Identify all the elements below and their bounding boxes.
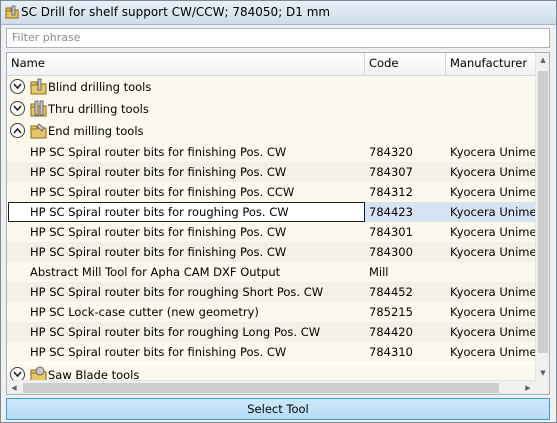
tool-manufacturer: Kyocera Unimerco (450, 205, 535, 219)
filter-input[interactable]: Filter phrase (6, 28, 550, 48)
expand-chevron-down-icon[interactable] (10, 101, 25, 116)
tool-manufacturer: Kyocera Unimerco (450, 185, 535, 199)
tool-name: HP SC Lock-case cutter (new geometry) (30, 305, 259, 319)
scroll-down-arrow-icon[interactable]: ▼ (536, 366, 549, 380)
scroll-left-arrow-icon[interactable]: ◀ (7, 381, 21, 394)
tool-name: Abstract Mill Tool for Apha CAM DXF Outp… (30, 265, 281, 279)
table-row[interactable]: HP SC Spiral router bits for roughing Sh… (7, 282, 535, 302)
table-row[interactable]: HP SC Spiral router bits for finishing P… (7, 182, 535, 202)
end-mill-folder-icon (30, 123, 47, 139)
table-row[interactable]: HP SC Spiral router bits for finishing P… (7, 342, 535, 362)
tool-code: 784307 (369, 165, 413, 179)
tool-name: HP SC Spiral router bits for roughing Lo… (30, 325, 321, 339)
scroll-up-arrow-icon[interactable]: ▲ (536, 53, 549, 67)
group-end-milling-tools[interactable]: End milling tools (7, 120, 535, 142)
tool-name: HP SC Spiral router bits for roughing Po… (30, 205, 289, 219)
group-label: Blind drilling tools (48, 80, 152, 94)
tools-grid: Name Code Manufacturer Blind drilling to… (6, 52, 550, 395)
scroll-right-arrow-icon[interactable]: ▶ (521, 381, 535, 394)
column-header-code[interactable]: Code (365, 53, 446, 75)
column-header-manufacturer[interactable]: Manufacturer (446, 53, 535, 75)
group-label: Thru drilling tools (48, 102, 149, 116)
table-row[interactable]: HP SC Spiral router bits for roughing Lo… (7, 322, 535, 342)
tool-manufacturer: Kyocera Unimerco (450, 225, 535, 239)
select-tool-button[interactable]: Select Tool (6, 398, 550, 420)
table-row[interactable]: HP SC Spiral router bits for finishing P… (7, 242, 535, 262)
tool-name: HP SC Spiral router bits for finishing P… (30, 145, 287, 159)
tool-name: HP SC Spiral router bits for finishing P… (30, 165, 287, 179)
column-header-name[interactable]: Name (7, 53, 365, 75)
group-blind-drilling-tools[interactable]: Blind drilling tools (7, 76, 535, 98)
scrollbar-corner (535, 380, 549, 394)
tool-code: 784423 (369, 205, 413, 219)
expand-chevron-down-icon[interactable] (10, 79, 25, 94)
tool-code: 784452 (369, 285, 413, 299)
table-row[interactable]: Abstract Mill Tool for Apha CAM DXF Outp… (7, 262, 535, 282)
horizontal-scroll-thumb[interactable] (23, 383, 499, 393)
tool-manufacturer: Kyocera Unimerco (450, 165, 535, 179)
tool-manufacturer: Kyocera Unimerco (450, 245, 535, 259)
table-row[interactable]: HP SC Spiral router bits for finishing P… (7, 222, 535, 242)
table-row[interactable]: HP SC Spiral router bits for finishing P… (7, 162, 535, 182)
tool-name: HP SC Spiral router bits for finishing P… (30, 245, 287, 259)
group-label: End milling tools (48, 124, 144, 138)
tool-manufacturer: Kyocera Unimerco (450, 285, 535, 299)
title-bar: SC Drill for shelf support CW/CCW; 78405… (1, 1, 556, 25)
table-row-selected[interactable]: HP SC Spiral router bits for roughing Po… (7, 202, 535, 222)
tool-name: HP SC Spiral router bits for roughing Sh… (30, 285, 324, 299)
tool-manufacturer: Kyocera Unimerco (450, 345, 535, 359)
tool-code: 784320 (369, 145, 413, 159)
tool-manufacturer: Kyocera Unimerco (450, 305, 535, 319)
tool-code: 784301 (369, 225, 413, 239)
grid-header: Name Code Manufacturer (7, 53, 535, 76)
tool-code: 784420 (369, 325, 413, 339)
tool-code: 784310 (369, 345, 413, 359)
horizontal-scrollbar[interactable]: ◀ ▶ (7, 380, 535, 394)
drill-tool-icon (5, 5, 19, 19)
tool-name: HP SC Spiral router bits for finishing P… (30, 225, 287, 239)
drill-folder-icon (30, 78, 47, 95)
vertical-scroll-thumb[interactable] (538, 71, 548, 353)
table-row[interactable]: HP SC Spiral router bits for finishing P… (7, 142, 535, 162)
tool-code: 785215 (369, 305, 413, 319)
collapse-chevron-up-icon[interactable] (10, 123, 25, 138)
window-title: SC Drill for shelf support CW/CCW; 78405… (21, 5, 331, 19)
tool-select-window: SC Drill for shelf support CW/CCW; 78405… (0, 0, 557, 423)
tool-manufacturer: Kyocera Unimerco (450, 145, 535, 159)
tool-code: Mill (369, 265, 389, 279)
tool-code: 784300 (369, 245, 413, 259)
tool-name: HP SC Spiral router bits for finishing P… (30, 345, 287, 359)
drill-folder-icon (30, 100, 47, 117)
tool-name: HP SC Spiral router bits for finishing P… (30, 185, 295, 199)
tool-manufacturer: Kyocera Unimerco (450, 325, 535, 339)
table-row[interactable]: HP SC Lock-case cutter (new geometry) 78… (7, 302, 535, 322)
tool-code: 784312 (369, 185, 413, 199)
vertical-scrollbar[interactable]: ▲ ▼ (535, 53, 549, 380)
group-thru-drilling-tools[interactable]: Thru drilling tools (7, 98, 535, 120)
